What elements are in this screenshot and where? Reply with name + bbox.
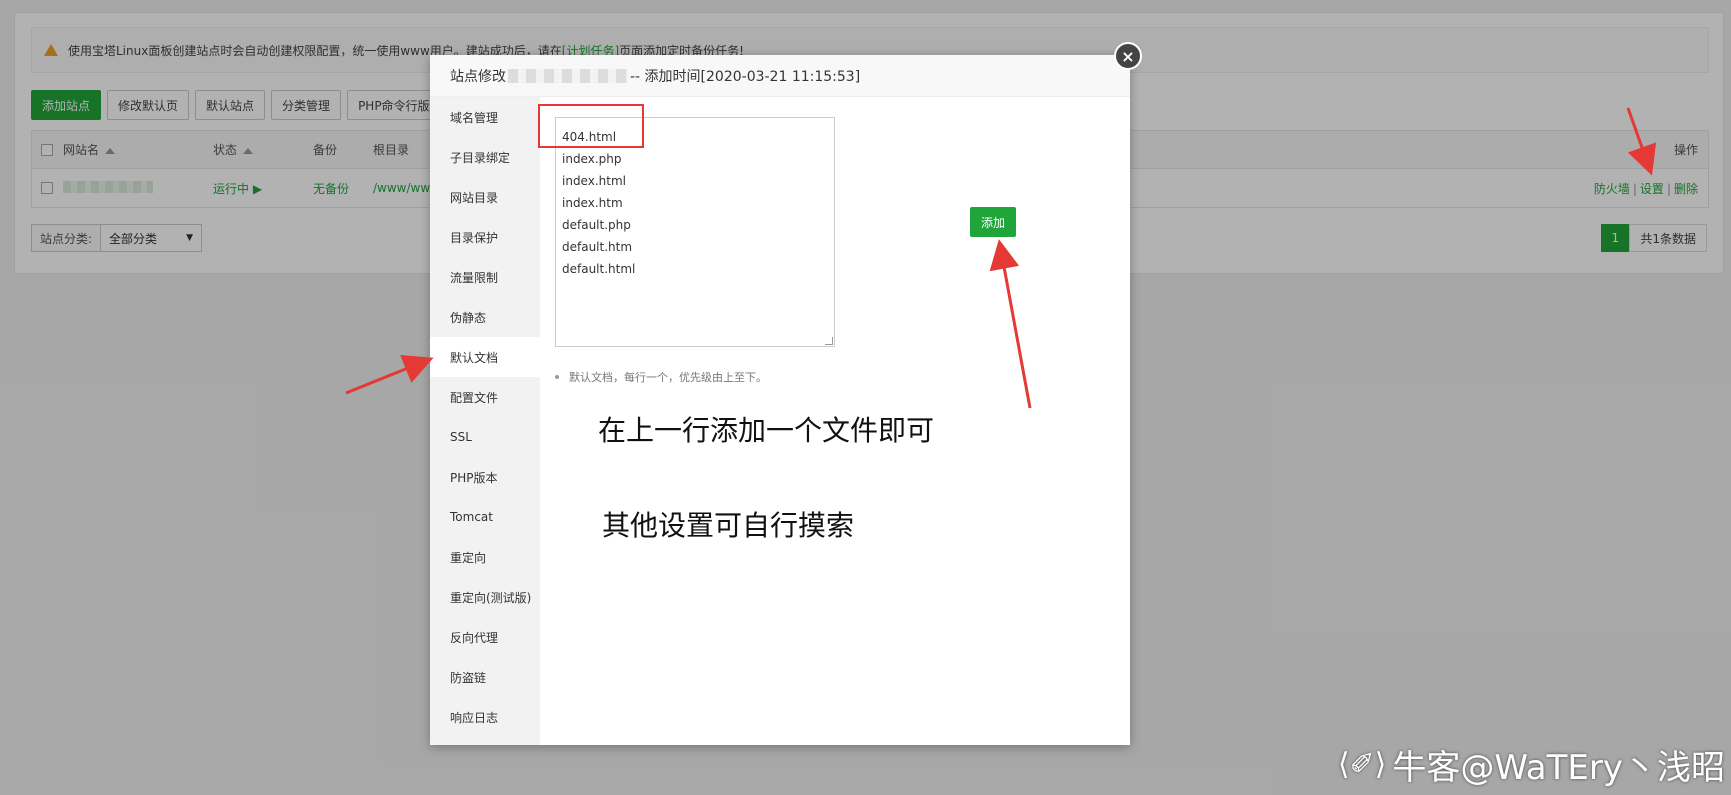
watermark-text: 牛客@WaTEry丶浅昭 bbox=[1392, 748, 1725, 788]
sidebar-item[interactable]: 流量限制 bbox=[430, 257, 540, 297]
annotation-line-1: 在上一行添加一个文件即可 bbox=[598, 414, 935, 447]
sidebar-item[interactable]: 防盗链 bbox=[430, 657, 540, 697]
sidebar-item[interactable]: 伪静态 bbox=[430, 297, 540, 337]
sidebar-item[interactable]: 反向代理 bbox=[430, 617, 540, 657]
annotation-highlight-box bbox=[538, 104, 644, 148]
sidebar-item[interactable]: 重定向(测试版) bbox=[430, 577, 540, 617]
sidebar-item[interactable]: 域名管理 bbox=[430, 97, 540, 137]
document-line: default.htm bbox=[562, 240, 633, 254]
sidebar-item[interactable]: 响应日志 bbox=[430, 697, 540, 737]
sidebar-item[interactable]: PHP版本 bbox=[430, 457, 540, 497]
sidebar-item[interactable]: 重定向 bbox=[430, 537, 540, 577]
sidebar-item[interactable]: 默认文档 bbox=[430, 337, 540, 377]
modal-sidebar: 域名管理 子目录绑定 网站目录 目录保护 流量限制 伪静态 默认文档 配置文件 SSL PHP版本… bbox=[430, 97, 540, 745]
sidebar-item[interactable]: 网站目录 bbox=[430, 177, 540, 217]
site-name-blurred bbox=[508, 68, 628, 83]
document-line: default.html bbox=[562, 262, 636, 276]
site-edit-modal: 站点修改 -- 添加时间[2020-03-21 11:15:53] 域名管理 子目录… bbox=[430, 55, 1130, 745]
sidebar-item[interactable]: 目录保护 bbox=[430, 217, 540, 257]
sidebar-item[interactable]: 子目录绑定 bbox=[430, 137, 540, 177]
document-line: index.htm bbox=[562, 196, 623, 210]
document-line: default.php bbox=[562, 218, 631, 232]
sidebar-item[interactable]: Tomcat bbox=[430, 497, 540, 537]
nowcoder-logo-icon: ⟨✐⟩ bbox=[1337, 747, 1387, 782]
document-line: index.html bbox=[562, 174, 626, 188]
default-documents-textarea[interactable]: 404.html index.php index.html index.htm defa… bbox=[555, 117, 835, 347]
resize-handle-icon[interactable] bbox=[825, 337, 833, 345]
help-tip: 默认文档，每行一个，优先级由上至下。 bbox=[555, 369, 767, 385]
modal-content: 404.html index.php index.html index.htm defa… bbox=[540, 97, 1130, 745]
document-line: index.php bbox=[562, 152, 622, 166]
close-icon[interactable]: × bbox=[1114, 42, 1142, 70]
sidebar-item[interactable]: SSL bbox=[430, 417, 540, 457]
annotation-line-2: 其他设置可自行摸索 bbox=[602, 509, 855, 542]
watermark: ⟨✐⟩ 牛客@WaTEry丶浅昭 bbox=[1338, 740, 1725, 789]
modal-title: 站点修改 -- 添加时间[2020-03-21 11:15:53] bbox=[430, 55, 1130, 97]
sidebar-item[interactable]: 配置文件 bbox=[430, 377, 540, 417]
add-button[interactable]: 添加 bbox=[970, 207, 1016, 237]
